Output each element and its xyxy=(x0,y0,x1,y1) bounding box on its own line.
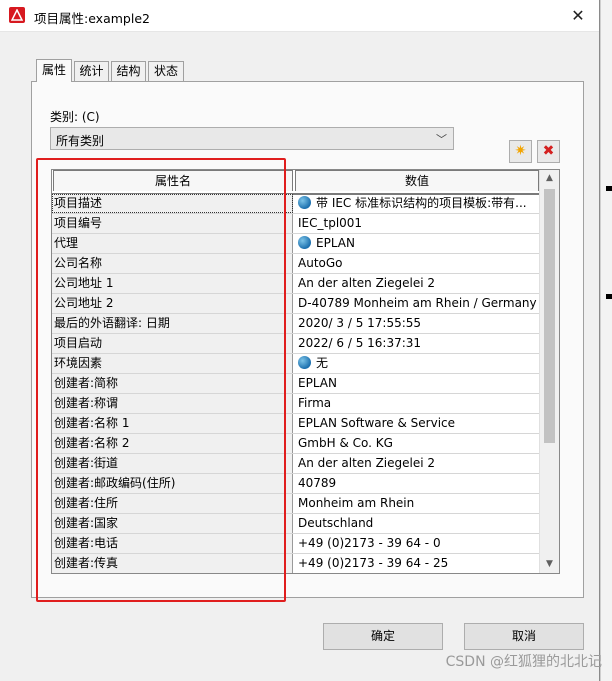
category-dropdown[interactable]: 所有类别 ﹀ xyxy=(50,127,454,150)
drawing-mark xyxy=(606,186,612,191)
globe-icon xyxy=(298,236,311,249)
property-value-cell[interactable]: +49 (0)2173 - 39 64 - 0 xyxy=(294,534,539,553)
property-value-cell[interactable]: AutoGo xyxy=(294,254,539,273)
property-value-cell[interactable]: 无 xyxy=(294,354,539,373)
scroll-thumb[interactable] xyxy=(544,189,555,443)
property-value-cell[interactable]: An der alten Ziegelei 2 xyxy=(294,454,539,473)
property-value-text: 无 xyxy=(316,356,329,370)
tab-properties[interactable]: 属性 xyxy=(36,59,72,82)
property-value-text: 2022/ 6 / 5 16:37:31 xyxy=(298,336,422,350)
property-value-text: IEC_tpl001 xyxy=(298,216,363,230)
property-value-text: Monheim am Rhein xyxy=(298,496,415,510)
property-value-cell[interactable]: 2020/ 3 / 5 17:55:55 xyxy=(294,314,539,333)
property-value-cell[interactable]: IEC_tpl001 xyxy=(294,214,539,233)
property-value-text: EPLAN xyxy=(298,376,337,390)
new-property-button[interactable]: ✷ xyxy=(509,140,532,163)
property-value-cell[interactable]: Monheim am Rhein xyxy=(294,494,539,513)
property-value-cell[interactable]: GmbH & Co. KG xyxy=(294,434,539,453)
property-value-text: GmbH & Co. KG xyxy=(298,436,393,450)
tab-statistics[interactable]: 统计 xyxy=(74,61,109,81)
property-value-text: AutoGo xyxy=(298,256,343,270)
vertical-scrollbar[interactable]: ▲ ▼ xyxy=(539,170,559,573)
property-value-text: D-40789 Monheim am Rhein / Germany xyxy=(298,296,537,310)
title-bar[interactable]: 项目属性:example2 ✕ xyxy=(0,0,599,32)
close-button[interactable]: ✕ xyxy=(557,0,599,31)
property-value-cell[interactable]: 带 IEC 标准标识结构的项目模板:带有... xyxy=(294,194,539,213)
property-value-text: EPLAN Software & Service xyxy=(298,416,456,430)
eplan-app-icon xyxy=(9,7,25,23)
property-value-cell[interactable]: Deutschland xyxy=(294,514,539,533)
ok-button[interactable]: 确定 xyxy=(323,623,443,650)
drawing-mark xyxy=(606,294,612,299)
scroll-up-arrow[interactable]: ▲ xyxy=(540,170,559,187)
property-value-cell[interactable]: EPLAN xyxy=(294,234,539,253)
divider xyxy=(600,0,601,681)
globe-icon xyxy=(298,196,311,209)
cancel-button[interactable]: 取消 xyxy=(464,623,584,650)
property-value-cell[interactable]: +49 (0)2173 - 39 64 - 25 xyxy=(294,554,539,573)
property-value-cell[interactable]: 40789 xyxy=(294,474,539,493)
property-value-text: An der alten Ziegelei 2 xyxy=(298,456,436,470)
delete-property-button[interactable]: ✖ xyxy=(537,140,560,163)
property-value-cell[interactable]: Firma xyxy=(294,394,539,413)
property-value-cell[interactable]: 2022/ 6 / 5 16:37:31 xyxy=(294,334,539,353)
category-value: 所有类别 xyxy=(56,134,105,148)
watermark: CSDN @红狐狸的北北记 xyxy=(445,654,602,670)
tab-structure[interactable]: 结构 xyxy=(111,61,146,81)
property-value-text: Firma xyxy=(298,396,332,410)
property-value-text: Deutschland xyxy=(298,516,374,530)
tab-status[interactable]: 状态 xyxy=(148,61,184,81)
red-highlight-box xyxy=(36,158,286,602)
property-value-text: 带 IEC 标准标识结构的项目模板:带有... xyxy=(316,196,527,210)
property-value-text: +49 (0)2173 - 39 64 - 25 xyxy=(298,556,449,570)
column-header-value[interactable]: 数值 xyxy=(295,170,539,191)
property-value-cell[interactable]: EPLAN Software & Service xyxy=(294,414,539,433)
property-value-text: 2020/ 3 / 5 17:55:55 xyxy=(298,316,422,330)
property-value-cell[interactable]: An der alten Ziegelei 2 xyxy=(294,274,539,293)
property-value-text: +49 (0)2173 - 39 64 - 0 xyxy=(298,536,441,550)
globe-icon xyxy=(298,356,311,369)
property-value-text: An der alten Ziegelei 2 xyxy=(298,276,436,290)
background-app-edge xyxy=(600,0,612,681)
property-value-text: 40789 xyxy=(298,476,337,490)
property-value-cell[interactable]: D-40789 Monheim am Rhein / Germany xyxy=(294,294,539,313)
property-value-text: EPLAN xyxy=(316,236,355,250)
property-value-cell[interactable]: EPLAN xyxy=(294,374,539,393)
category-label: 类别: (C) xyxy=(50,110,100,124)
chevron-down-icon: ﹀ xyxy=(436,133,447,146)
window-title: 项目属性:example2 xyxy=(34,11,150,26)
scroll-down-arrow[interactable]: ▼ xyxy=(540,556,559,573)
